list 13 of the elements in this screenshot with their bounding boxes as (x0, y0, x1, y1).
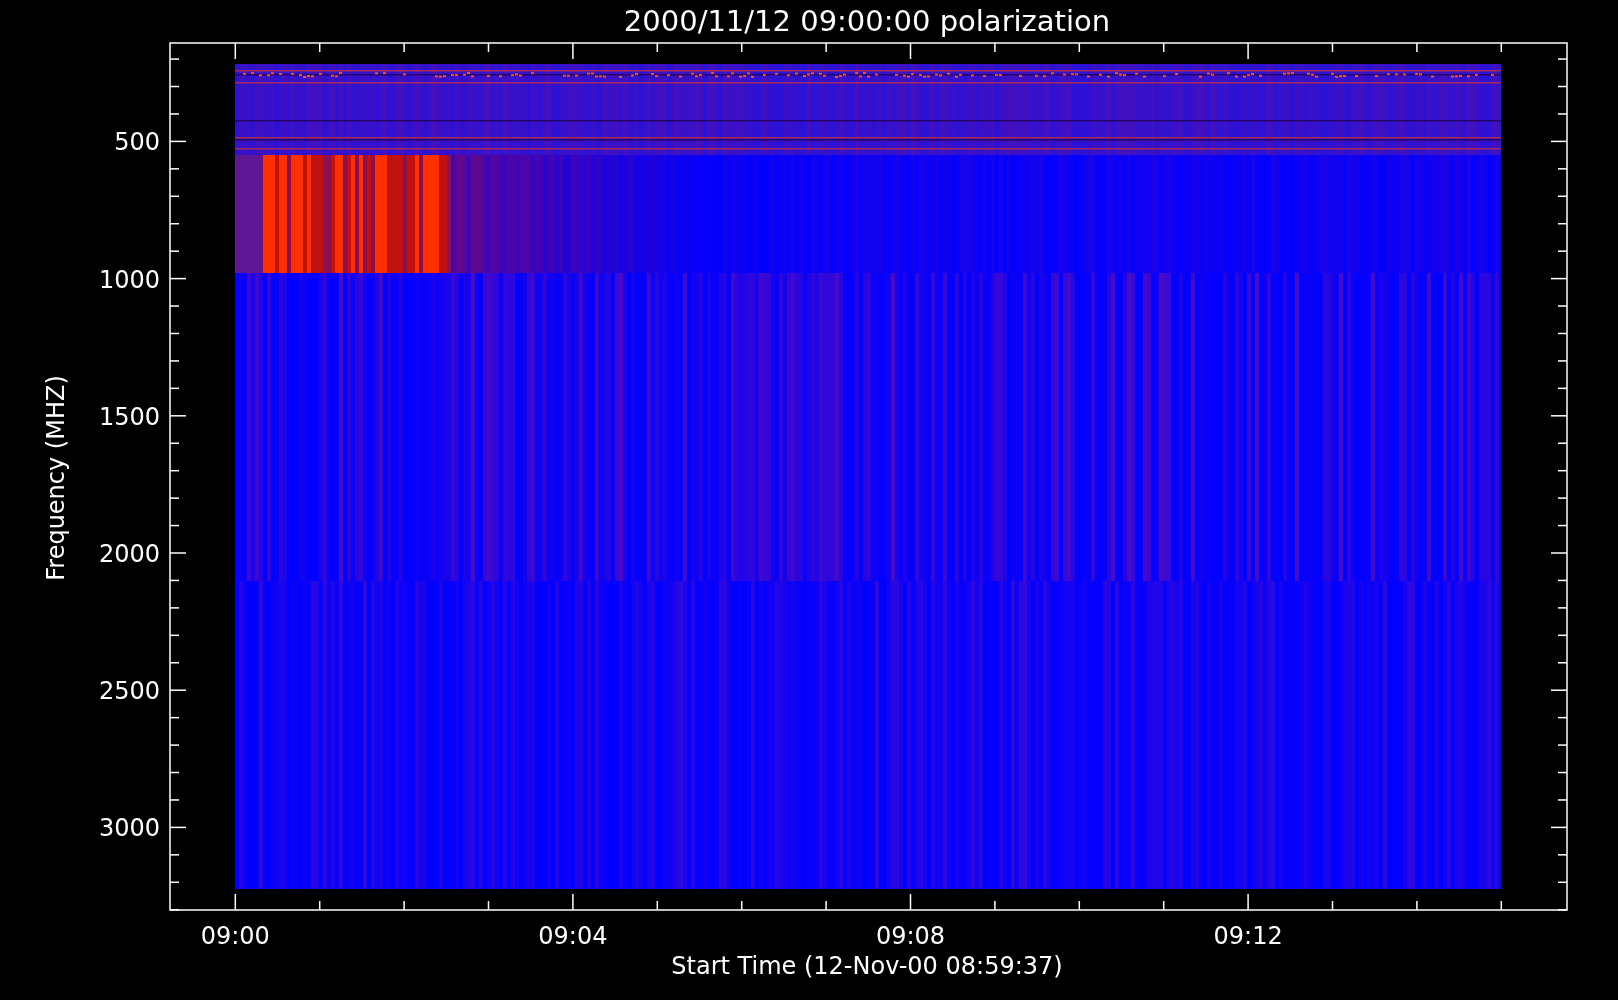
y-tick-label: 2000 (98, 540, 160, 568)
x-tick-label: 09:04 (538, 922, 608, 950)
y-tick-label: 2500 (98, 677, 160, 706)
chart-title: 2000/11/12 09:00:00 polarization (623, 4, 1111, 38)
x-axis-label: Start Time (12-Nov-00 08:59:37) (671, 952, 1063, 980)
x-tick-label: 09:00 (200, 922, 270, 950)
x-tick-label: 09:12 (1213, 922, 1283, 950)
x-tick-label: 09:08 (875, 922, 946, 950)
y-tick-label: 3000 (98, 814, 160, 843)
y-tick-label: 1000 (98, 265, 160, 294)
y-tick-label: 500 (114, 128, 160, 157)
y-axis-label: Frequency (MHZ) (42, 375, 70, 581)
y-tick-label: 1500 (98, 402, 160, 431)
